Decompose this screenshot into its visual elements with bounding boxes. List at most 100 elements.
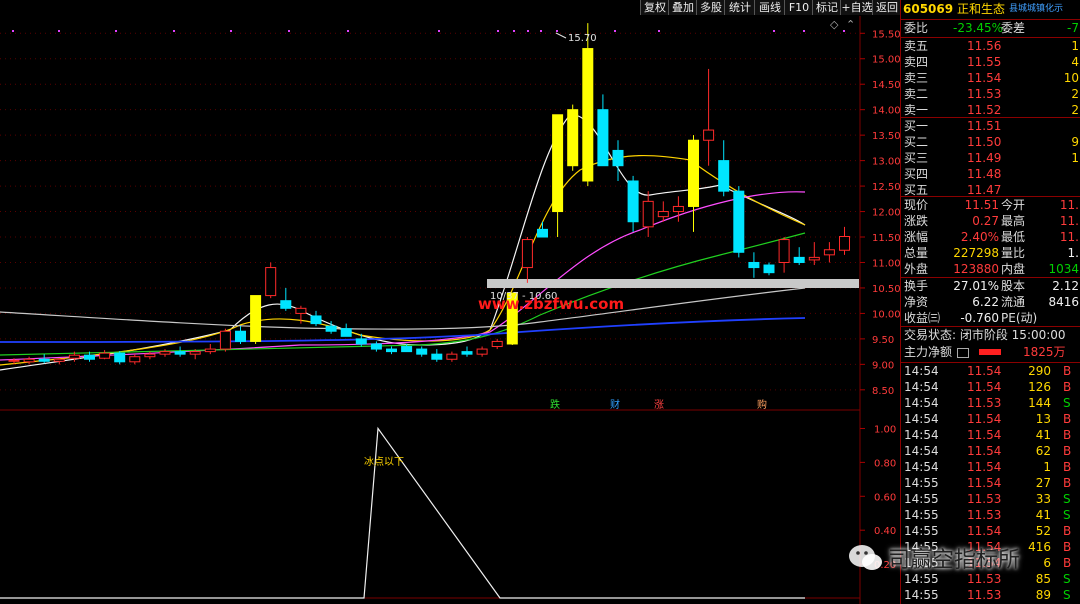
weibi-label: 委比 [904,21,929,35]
bid-price: 11.51 [967,119,1002,133]
stat-value: 227298 [953,246,999,260]
calendar-icon[interactable] [957,348,969,358]
candle-body [461,351,473,355]
weicha-label: 委差 [1001,21,1026,35]
tick-row: 14:55 11.53 41 S [901,508,1080,523]
candle-body [839,236,850,251]
candle-body [340,328,352,337]
candle-body [68,354,80,359]
diamond-icon[interactable]: ◇ [830,18,839,31]
tick-direction: B [1063,428,1072,442]
signal-dot [773,30,775,32]
multi-stock-button[interactable]: 多股 [696,0,725,15]
tick-time: 14:55 [904,572,939,586]
info-value: -0.760 [960,311,999,325]
candle-body [325,325,337,332]
stat-value-2: 1034 [1048,262,1079,276]
tick-price: 11.53 [967,396,1002,410]
tick-price: 11.54 [967,428,1002,442]
indicator-tick-label: 0.40 [874,526,896,537]
candle-body [99,352,111,359]
bid-row: 买三 11.49 1 [901,151,1080,166]
wechat-icon [849,545,882,570]
ask-price: 11.52 [967,103,1002,117]
draw-line-button[interactable]: 画线 [754,0,785,15]
tick-price: 11.54 [967,364,1002,378]
candle-body [310,315,322,325]
candle-body [159,351,171,355]
stat-label-2: 内盘 [1001,262,1026,276]
wechat-watermark: 司赢空指标所 [842,540,1080,574]
ask-row: 卖一 11.52 2 [901,103,1080,118]
info-label: 净资 [904,295,929,309]
tick-time: 14:55 [904,492,939,506]
stat-value-2: 1. [1067,246,1079,260]
candle-body [416,348,428,355]
info-value-2: 8416 [1048,295,1079,309]
candle-body [129,356,141,363]
tick-volume: 33 [1035,492,1051,506]
add-favorite-button[interactable]: +自选 [840,0,873,15]
tick-direction: B [1063,412,1072,426]
tick-row: 14:54 11.54 41 B [901,428,1080,443]
signal-dot [115,30,117,32]
price-tick-label: 13.00 [872,157,900,168]
back-button[interactable]: 返回 [872,0,901,15]
ask-row: 卖四 11.55 4 [901,55,1080,70]
tick-direction: B [1063,476,1072,490]
signal-dot [230,30,232,32]
main-flow-row: 主力净额 1825万 [901,345,1080,360]
mark-button[interactable]: 标记 [812,0,841,15]
tick-volume: 290 [1028,364,1051,378]
arrow-up-icon[interactable]: ⌃ [846,18,855,31]
signal-dot [614,30,616,32]
tick-time: 14:54 [904,444,939,458]
tick-price: 11.53 [967,572,1002,586]
ask-price: 11.56 [967,39,1002,53]
candle-body [537,228,548,238]
tick-volume: 85 [1035,572,1051,586]
tick-direction: B [1063,444,1072,458]
candle-body [491,340,503,348]
stat-label-2: 最高 [1001,214,1026,228]
f10-button[interactable]: F10 [784,0,813,15]
tick-direction: B [1063,380,1072,394]
candle-body [84,354,95,360]
info-row: 换手 27.01% 股本 2.12 [901,279,1080,294]
stat-row: 外盘 123880 内盘 1034 [901,262,1080,277]
stat-value-2: 11. [1059,198,1079,212]
watermark-url: www.zbzfwu.com [478,295,624,313]
candle-body [778,239,790,263]
candle-body [250,295,262,342]
tick-time: 14:54 [904,412,939,426]
overlay-button[interactable]: 叠加 [668,0,697,15]
stat-label: 现价 [904,198,929,212]
candle-body [627,180,639,223]
price-tick-label: 13.50 [872,131,900,142]
candle-body [582,48,594,182]
price-tick-label: 15.00 [872,55,900,66]
tick-volume: 41 [1035,508,1051,522]
candle-body [446,353,458,360]
tick-row: 14:54 11.54 13 B [901,412,1080,427]
signal-dot [556,30,558,32]
weibi-value: -23.45% [953,21,1004,35]
info-label-2: PE(动) [1001,311,1038,325]
tick-volume: 1 [1043,460,1051,474]
fuquan-button[interactable]: 复权 [640,0,669,15]
tick-row: 14:55 11.54 27 B [901,476,1080,491]
candle-body [38,358,50,362]
candle-body [793,256,805,263]
tick-price: 11.54 [967,460,1002,474]
candle-body [114,352,126,363]
stats-button[interactable]: 统计 [724,0,755,15]
candle-body [657,211,669,218]
bid-volume: 9 [1071,135,1079,149]
kline-chart[interactable]: 15.50 15.00 14.50 14.00 13.50 13.00 12.50 12.00… [0,0,900,604]
info-label-2: 股本 [1001,279,1026,293]
candle-body [8,359,20,362]
info-value-2: 2.12 [1052,279,1079,293]
stat-value-2: 11. [1059,214,1079,228]
tick-time: 14:55 [904,476,939,490]
ask-row: 卖二 11.53 2 [901,87,1080,102]
